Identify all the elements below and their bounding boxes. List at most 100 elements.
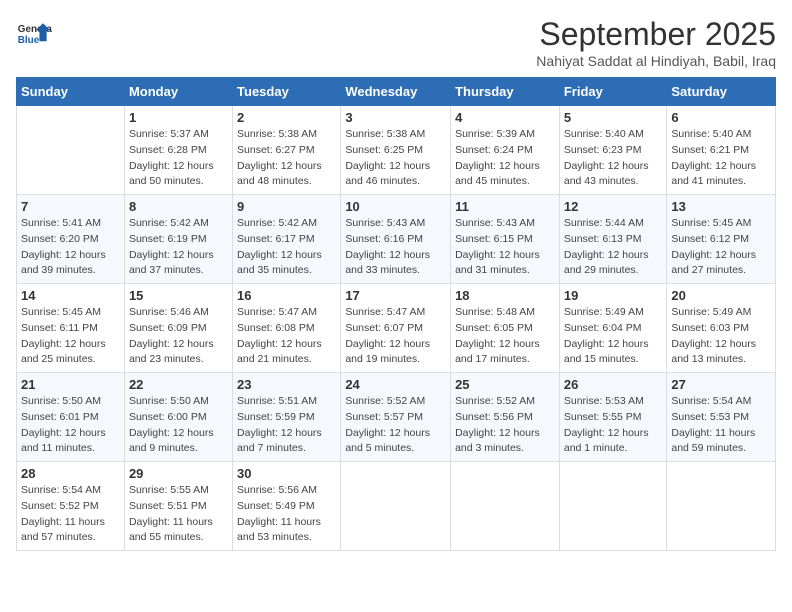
month-title: September 2025 <box>536 16 776 53</box>
week-row-4: 21Sunrise: 5:50 AMSunset: 6:01 PMDayligh… <box>17 373 776 462</box>
day-cell: 26 Sunrise: 5:53 AMSunset: 5:55 PMDayligh… <box>559 373 667 462</box>
day-cell: 16Sunrise: 5:47 AMSunset: 6:08 PMDayligh… <box>233 284 341 373</box>
day-info: Sunrise: 5:39 AMSunset: 6:24 PMDaylight:… <box>455 127 555 190</box>
day-number: 29 <box>129 466 228 481</box>
day-info: Sunrise: 5:37 AMSunset: 6:28 PMDaylight:… <box>129 127 228 190</box>
day-cell: 17Sunrise: 5:47 AMSunset: 6:07 PMDayligh… <box>341 284 451 373</box>
day-number: 3 <box>345 110 446 125</box>
col-header-sunday: Sunday <box>17 78 125 106</box>
day-number: 14 <box>21 288 120 303</box>
day-number: 8 <box>129 199 228 214</box>
day-number: 20 <box>671 288 771 303</box>
week-row-2: 7 Sunrise: 5:41 AMSunset: 6:20 PMDaylight… <box>17 195 776 284</box>
calendar-header-row: SundayMondayTuesdayWednesdayThursdayFrid… <box>17 78 776 106</box>
week-row-1: 1 Sunrise: 5:37 AMSunset: 6:28 PMDaylight… <box>17 106 776 195</box>
day-number: 16 <box>237 288 336 303</box>
page-header: General Blue September 2025 Nahiyat Sadd… <box>16 16 776 69</box>
day-info: Sunrise: 5:38 AMSunset: 6:27 PMDaylight:… <box>237 127 336 190</box>
day-cell <box>341 462 451 551</box>
day-info: Sunrise: 5:52 AMSunset: 5:57 PMDaylight:… <box>345 394 446 457</box>
day-cell: 12 Sunrise: 5:44 AMSunset: 6:13 PMDayligh… <box>559 195 667 284</box>
col-header-monday: Monday <box>124 78 232 106</box>
day-cell: 2 Sunrise: 5:38 AMSunset: 6:27 PMDaylight… <box>233 106 341 195</box>
day-number: 10 <box>345 199 446 214</box>
day-info: Sunrise: 5:49 AMSunset: 6:03 PMDaylight:… <box>671 305 771 368</box>
title-block: September 2025 Nahiyat Saddat al Hindiya… <box>536 16 776 69</box>
day-cell: 24 Sunrise: 5:52 AMSunset: 5:57 PMDayligh… <box>341 373 451 462</box>
day-cell: 18 Sunrise: 5:48 AMSunset: 6:05 PMDayligh… <box>451 284 560 373</box>
day-number: 1 <box>129 110 228 125</box>
day-number: 18 <box>455 288 555 303</box>
day-cell: 6 Sunrise: 5:40 AMSunset: 6:21 PMDaylight… <box>667 106 776 195</box>
day-cell: 8Sunrise: 5:42 AMSunset: 6:19 PMDaylight… <box>124 195 232 284</box>
day-cell: 1 Sunrise: 5:37 AMSunset: 6:28 PMDaylight… <box>124 106 232 195</box>
day-info: Sunrise: 5:43 AMSunset: 6:16 PMDaylight:… <box>345 216 446 279</box>
day-cell: 23 Sunrise: 5:51 AMSunset: 5:59 PMDayligh… <box>233 373 341 462</box>
day-number: 26 <box>564 377 663 392</box>
day-cell: 11Sunrise: 5:43 AMSunset: 6:15 PMDayligh… <box>451 195 560 284</box>
week-row-5: 28 Sunrise: 5:54 AMSunset: 5:52 PMDayligh… <box>17 462 776 551</box>
day-cell: 27 Sunrise: 5:54 AMSunset: 5:53 PMDayligh… <box>667 373 776 462</box>
day-number: 12 <box>564 199 663 214</box>
week-row-3: 14Sunrise: 5:45 AMSunset: 6:11 PMDayligh… <box>17 284 776 373</box>
day-info: Sunrise: 5:54 AMSunset: 5:53 PMDaylight:… <box>671 394 771 457</box>
day-info: Sunrise: 5:42 AMSunset: 6:17 PMDaylight:… <box>237 216 336 279</box>
day-number: 23 <box>237 377 336 392</box>
day-info: Sunrise: 5:50 AMSunset: 6:00 PMDaylight:… <box>129 394 228 457</box>
day-number: 6 <box>671 110 771 125</box>
day-info: Sunrise: 5:41 AMSunset: 6:20 PMDaylight:… <box>21 216 120 279</box>
day-cell: 13 Sunrise: 5:45 AMSunset: 6:12 PMDayligh… <box>667 195 776 284</box>
day-number: 4 <box>455 110 555 125</box>
col-header-tuesday: Tuesday <box>233 78 341 106</box>
day-number: 28 <box>21 466 120 481</box>
day-number: 5 <box>564 110 663 125</box>
day-number: 17 <box>345 288 446 303</box>
day-cell: 25 Sunrise: 5:52 AMSunset: 5:56 PMDayligh… <box>451 373 560 462</box>
day-number: 15 <box>129 288 228 303</box>
day-info: Sunrise: 5:53 AMSunset: 5:55 PMDaylight:… <box>564 394 663 457</box>
col-header-wednesday: Wednesday <box>341 78 451 106</box>
day-info: Sunrise: 5:40 AMSunset: 6:23 PMDaylight:… <box>564 127 663 190</box>
day-cell: 14Sunrise: 5:45 AMSunset: 6:11 PMDayligh… <box>17 284 125 373</box>
day-number: 11 <box>455 199 555 214</box>
day-info: Sunrise: 5:50 AMSunset: 6:01 PMDaylight:… <box>21 394 120 457</box>
day-cell: 30 Sunrise: 5:56 AMSunset: 5:49 PMDayligh… <box>233 462 341 551</box>
day-number: 30 <box>237 466 336 481</box>
day-info: Sunrise: 5:52 AMSunset: 5:56 PMDaylight:… <box>455 394 555 457</box>
day-number: 19 <box>564 288 663 303</box>
svg-text:Blue: Blue <box>18 35 40 46</box>
day-info: Sunrise: 5:56 AMSunset: 5:49 PMDaylight:… <box>237 483 336 546</box>
day-number: 24 <box>345 377 446 392</box>
day-cell <box>667 462 776 551</box>
day-cell: 15 Sunrise: 5:46 AMSunset: 6:09 PMDayligh… <box>124 284 232 373</box>
day-cell: 29 Sunrise: 5:55 AMSunset: 5:51 PMDayligh… <box>124 462 232 551</box>
day-info: Sunrise: 5:55 AMSunset: 5:51 PMDaylight:… <box>129 483 228 546</box>
day-cell: 10 Sunrise: 5:43 AMSunset: 6:16 PMDayligh… <box>341 195 451 284</box>
col-header-friday: Friday <box>559 78 667 106</box>
day-number: 25 <box>455 377 555 392</box>
day-info: Sunrise: 5:54 AMSunset: 5:52 PMDaylight:… <box>21 483 120 546</box>
location-title: Nahiyat Saddat al Hindiyah, Babil, Iraq <box>536 53 776 69</box>
day-info: Sunrise: 5:45 AMSunset: 6:12 PMDaylight:… <box>671 216 771 279</box>
day-number: 9 <box>237 199 336 214</box>
day-cell <box>17 106 125 195</box>
day-cell: 4 Sunrise: 5:39 AMSunset: 6:24 PMDaylight… <box>451 106 560 195</box>
day-info: Sunrise: 5:46 AMSunset: 6:09 PMDaylight:… <box>129 305 228 368</box>
day-cell: 3 Sunrise: 5:38 AMSunset: 6:25 PMDaylight… <box>341 106 451 195</box>
day-number: 27 <box>671 377 771 392</box>
day-info: Sunrise: 5:38 AMSunset: 6:25 PMDaylight:… <box>345 127 446 190</box>
day-number: 22 <box>129 377 228 392</box>
day-cell: 5 Sunrise: 5:40 AMSunset: 6:23 PMDaylight… <box>559 106 667 195</box>
day-number: 13 <box>671 199 771 214</box>
day-info: Sunrise: 5:40 AMSunset: 6:21 PMDaylight:… <box>671 127 771 190</box>
day-info: Sunrise: 5:48 AMSunset: 6:05 PMDaylight:… <box>455 305 555 368</box>
logo-icon: General Blue <box>16 16 52 52</box>
day-info: Sunrise: 5:44 AMSunset: 6:13 PMDaylight:… <box>564 216 663 279</box>
col-header-thursday: Thursday <box>451 78 560 106</box>
day-number: 2 <box>237 110 336 125</box>
day-number: 7 <box>21 199 120 214</box>
day-cell: 22 Sunrise: 5:50 AMSunset: 6:00 PMDayligh… <box>124 373 232 462</box>
day-info: Sunrise: 5:51 AMSunset: 5:59 PMDaylight:… <box>237 394 336 457</box>
calendar-table: SundayMondayTuesdayWednesdayThursdayFrid… <box>16 77 776 551</box>
logo: General Blue <box>16 16 52 52</box>
